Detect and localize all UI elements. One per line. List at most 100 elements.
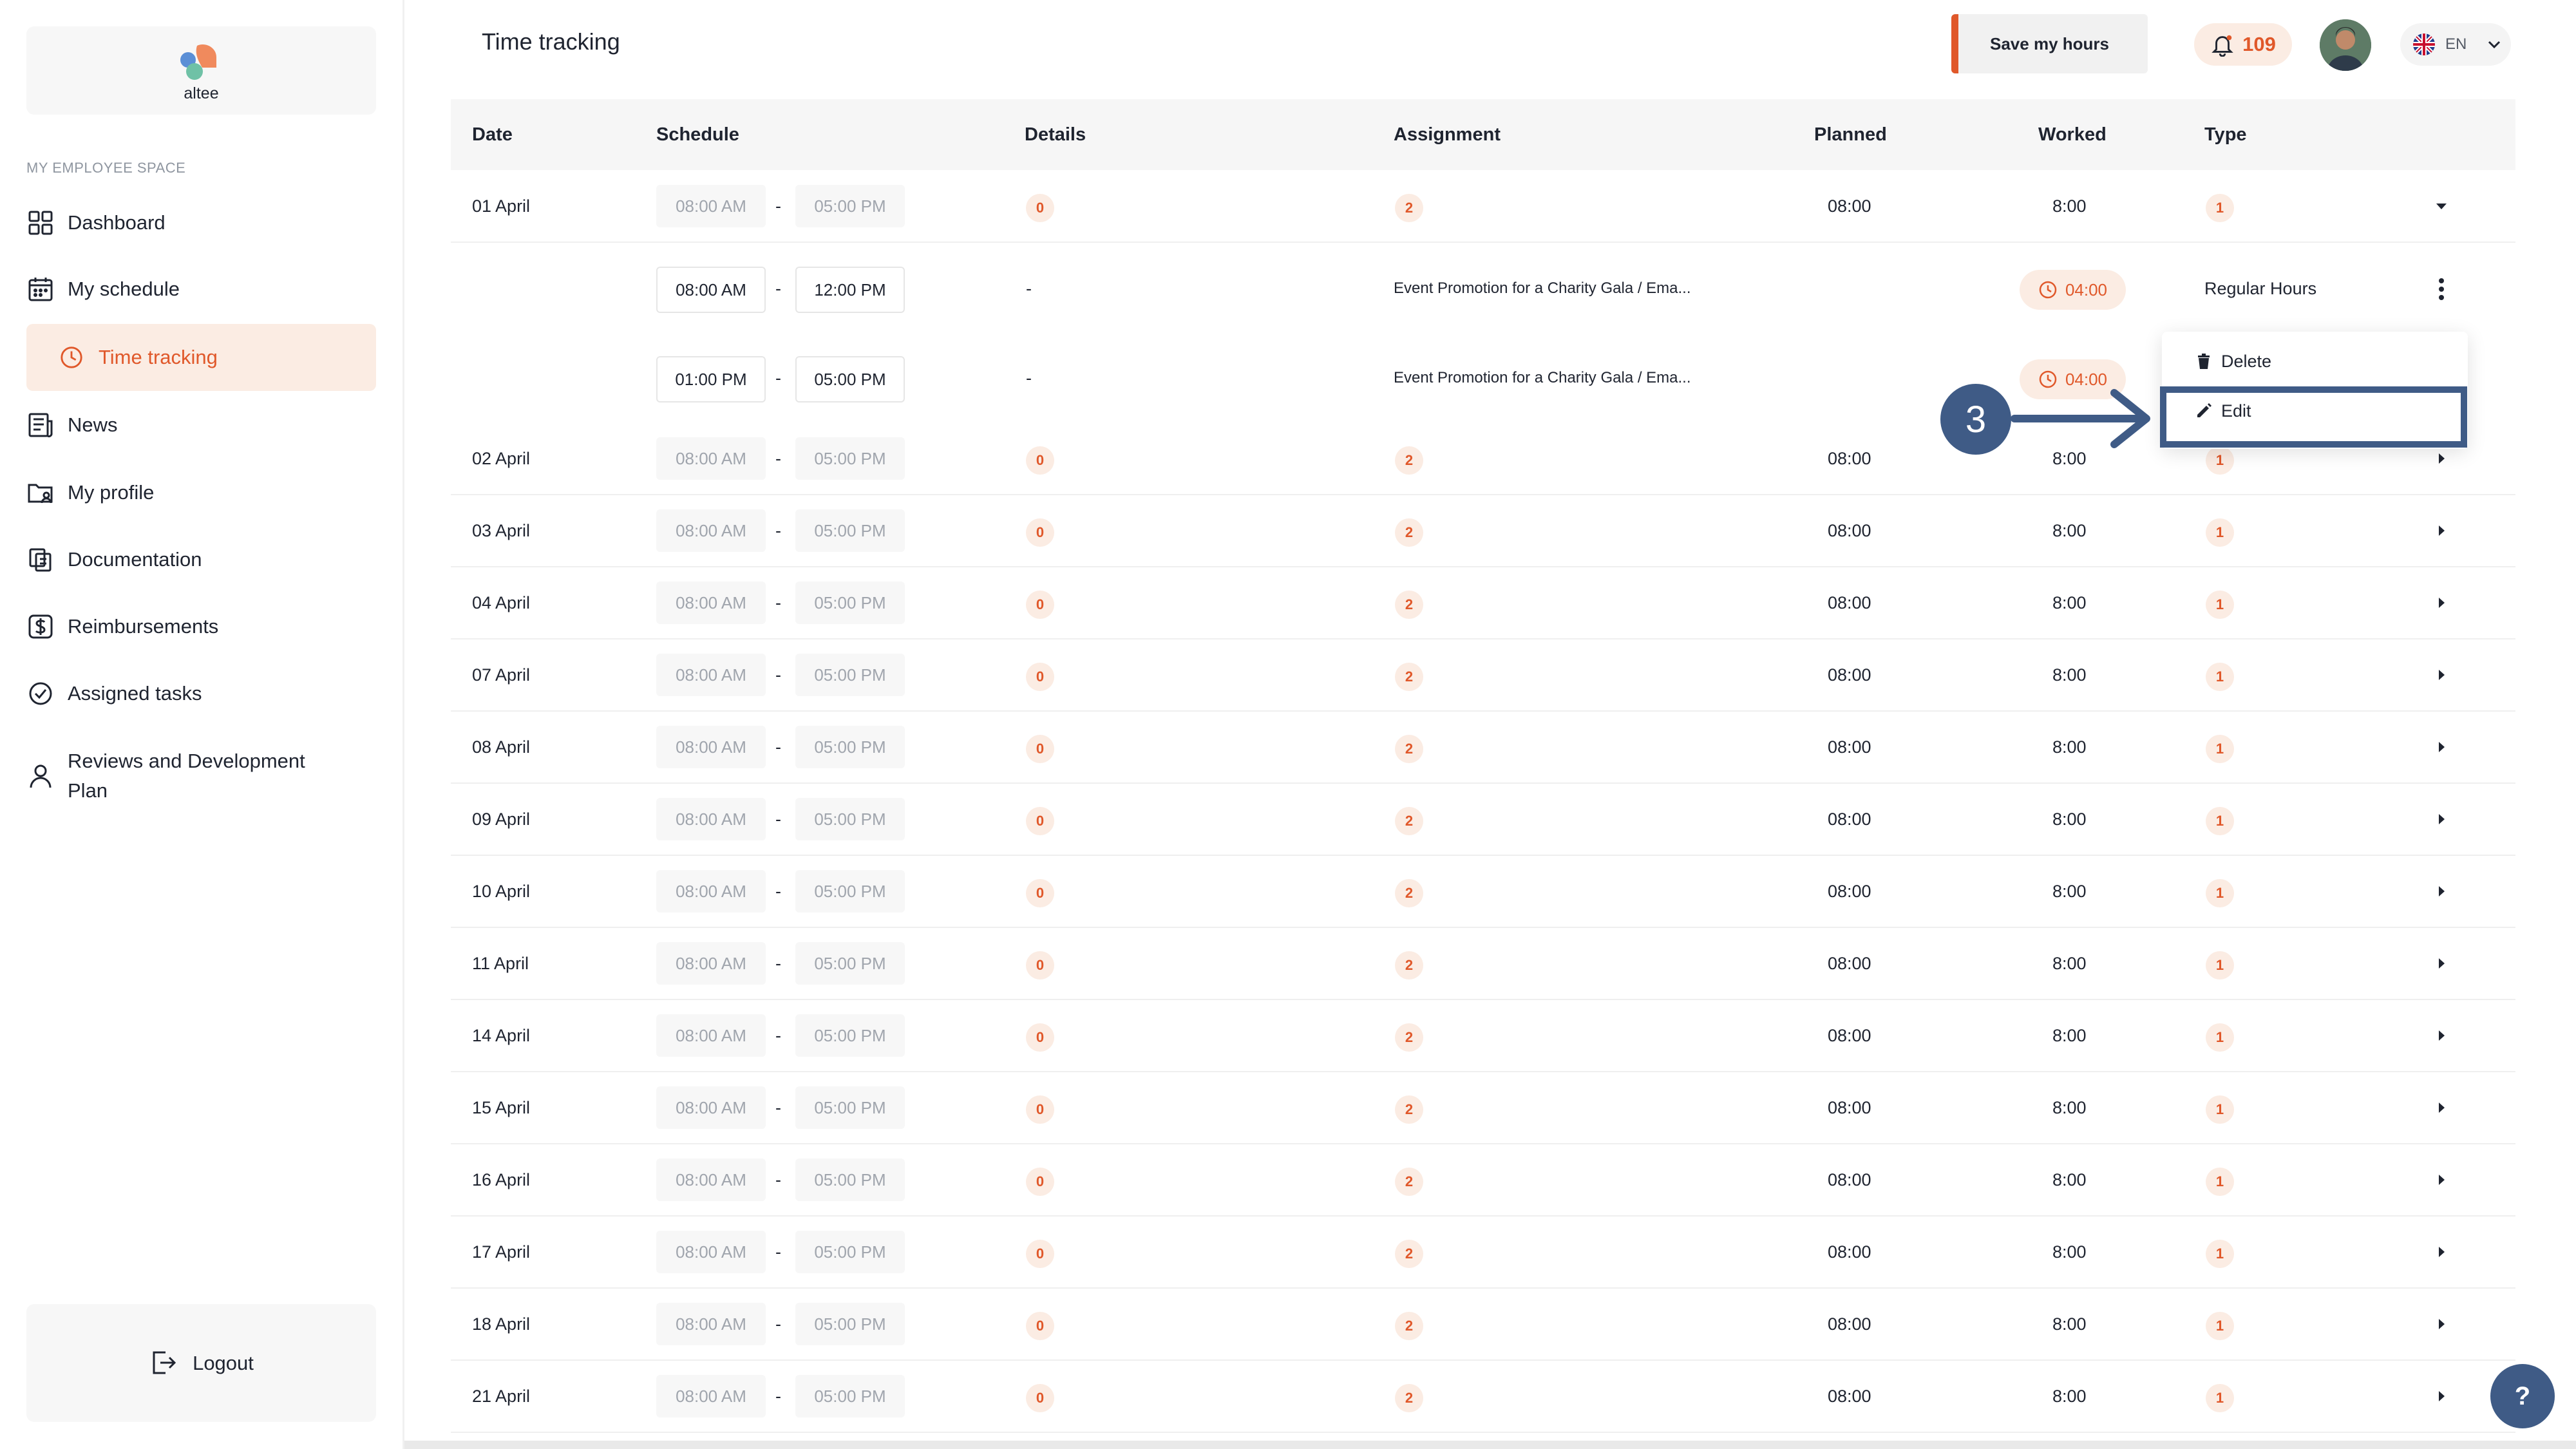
type-badge[interactable]: 1 <box>2206 951 2234 980</box>
details-badge[interactable]: 0 <box>1026 879 1054 907</box>
start-time-field[interactable]: 08:00 AM <box>656 1375 766 1417</box>
end-time-field[interactable]: 05:00 PM <box>795 726 905 768</box>
table-row[interactable]: 07 April 08:00 AM -05:00 PM 0 2 08:00 8:00 1 <box>451 639 2515 712</box>
end-time-field[interactable]: 05:00 PM <box>795 582 905 624</box>
start-time-field[interactable]: 08:00 AM <box>656 870 766 913</box>
sidebar-item-dashboard[interactable]: Dashboard <box>26 189 376 256</box>
end-time-field[interactable]: 05:00 PM <box>795 185 905 227</box>
entry-end-input[interactable]: 12:00 PM <box>795 267 905 313</box>
entry-start-input[interactable]: 08:00 AM <box>656 267 766 313</box>
start-time-field[interactable]: 08:00 AM <box>656 726 766 768</box>
caret-down-icon[interactable] <box>2434 198 2449 214</box>
column-header[interactable]: Planned <box>1814 99 1887 170</box>
end-time-field[interactable]: 05:00 PM <box>795 1303 905 1345</box>
start-time-field[interactable]: 08:00 AM <box>656 1086 766 1129</box>
sidebar-item-my-schedule[interactable]: My schedule <box>26 256 376 323</box>
sidebar-item-documentation[interactable]: Documentation <box>26 526 376 593</box>
start-time-field[interactable]: 08:00 AM <box>656 437 766 480</box>
end-time-field[interactable]: 05:00 PM <box>795 942 905 985</box>
sidebar-item-my-profile[interactable]: My profile <box>26 459 376 526</box>
end-time-field[interactable]: 05:00 PM <box>795 798 905 840</box>
details-badge[interactable]: 0 <box>1026 1312 1054 1340</box>
table-row[interactable]: 16 April 08:00 AM -05:00 PM 0 2 08:00 8:00 1 <box>451 1144 2515 1217</box>
start-time-field[interactable]: 08:00 AM <box>656 582 766 624</box>
caret-right-icon[interactable] <box>2434 1244 2449 1260</box>
assignment-badge[interactable]: 2 <box>1395 1384 1423 1412</box>
horizontal-scrollbar[interactable] <box>404 1441 2576 1449</box>
more-options-icon[interactable] <box>2438 277 2445 301</box>
caret-right-icon[interactable] <box>2434 811 2449 827</box>
caret-right-icon[interactable] <box>2434 451 2449 466</box>
type-badge[interactable]: 1 <box>2206 879 2234 907</box>
details-badge[interactable]: 0 <box>1026 194 1054 222</box>
sidebar-item-time-tracking[interactable]: Time tracking <box>26 324 376 391</box>
end-time-field[interactable]: 05:00 PM <box>795 654 905 696</box>
table-row[interactable]: 21 April 08:00 AM -05:00 PM 0 2 08:00 8:00 1 <box>451 1361 2515 1433</box>
details-badge[interactable]: 0 <box>1026 951 1054 980</box>
notifications-button[interactable]: 109 <box>2194 23 2292 66</box>
assignment-badge[interactable]: 2 <box>1395 879 1423 907</box>
caret-right-icon[interactable] <box>2434 1388 2449 1404</box>
assignment-badge[interactable]: 2 <box>1395 1312 1423 1340</box>
assignment-badge[interactable]: 2 <box>1395 951 1423 980</box>
caret-right-icon[interactable] <box>2434 667 2449 683</box>
type-badge[interactable]: 1 <box>2206 591 2234 619</box>
start-time-field[interactable]: 08:00 AM <box>656 185 766 227</box>
type-badge[interactable]: 1 <box>2206 1023 2234 1052</box>
logo-box[interactable]: altee <box>26 26 376 115</box>
details-badge[interactable]: 0 <box>1026 446 1054 475</box>
sidebar-item-news[interactable]: News <box>26 392 376 459</box>
type-badge[interactable]: 1 <box>2206 518 2234 547</box>
details-badge[interactable]: 0 <box>1026 663 1054 691</box>
sidebar-item-reimbursements[interactable]: Reimbursements <box>26 593 376 660</box>
end-time-field[interactable]: 05:00 PM <box>795 1231 905 1273</box>
type-badge[interactable]: 1 <box>2206 1168 2234 1196</box>
end-time-field[interactable]: 05:00 PM <box>795 870 905 913</box>
end-time-field[interactable]: 05:00 PM <box>795 1086 905 1129</box>
assignment-badge[interactable]: 2 <box>1395 518 1423 547</box>
type-badge[interactable]: 1 <box>2206 1095 2234 1124</box>
language-selector[interactable]: EN <box>2400 23 2511 66</box>
start-time-field[interactable]: 08:00 AM <box>656 1014 766 1057</box>
type-badge[interactable]: 1 <box>2206 194 2234 222</box>
start-time-field[interactable]: 08:00 AM <box>656 942 766 985</box>
table-row[interactable]: 09 April 08:00 AM -05:00 PM 0 2 08:00 8:00 1 <box>451 784 2515 856</box>
entry-start-input[interactable]: 01:00 PM <box>656 356 766 402</box>
logout-button[interactable]: Logout <box>26 1304 376 1422</box>
assignment-badge[interactable]: 2 <box>1395 1168 1423 1196</box>
caret-right-icon[interactable] <box>2434 595 2449 611</box>
type-badge[interactable]: 1 <box>2206 1384 2234 1412</box>
start-time-field[interactable]: 08:00 AM <box>656 1303 766 1345</box>
type-badge[interactable]: 1 <box>2206 446 2234 475</box>
end-time-field[interactable]: 05:00 PM <box>795 509 905 552</box>
table-row[interactable]: 18 April 08:00 AM -05:00 PM 0 2 08:00 8:00 1 <box>451 1289 2515 1361</box>
details-badge[interactable]: 0 <box>1026 1168 1054 1196</box>
caret-right-icon[interactable] <box>2434 884 2449 899</box>
start-time-field[interactable]: 08:00 AM <box>656 1231 766 1273</box>
assignment-badge[interactable]: 2 <box>1395 591 1423 619</box>
end-time-field[interactable]: 05:00 PM <box>795 1014 905 1057</box>
start-time-field[interactable]: 08:00 AM <box>656 654 766 696</box>
column-header[interactable]: Details <box>1025 99 1086 170</box>
assignment-badge[interactable]: 2 <box>1395 1023 1423 1052</box>
caret-right-icon[interactable] <box>2434 1100 2449 1115</box>
details-badge[interactable]: 0 <box>1026 1095 1054 1124</box>
type-badge[interactable]: 1 <box>2206 663 2234 691</box>
sidebar-item-assigned-tasks[interactable]: Assigned tasks <box>26 660 376 727</box>
type-badge[interactable]: 1 <box>2206 1312 2234 1340</box>
table-row[interactable]: 08 April 08:00 AM -05:00 PM 0 2 08:00 8:00 1 <box>451 712 2515 784</box>
type-badge[interactable]: 1 <box>2206 1240 2234 1268</box>
sidebar-item-reviews[interactable]: Reviews and Development Plan <box>26 741 376 811</box>
end-time-field[interactable]: 05:00 PM <box>795 1375 905 1417</box>
caret-right-icon[interactable] <box>2434 1316 2449 1332</box>
start-time-field[interactable]: 08:00 AM <box>656 1159 766 1201</box>
details-badge[interactable]: 0 <box>1026 1240 1054 1268</box>
table-row[interactable]: 01 April 08:00 AM -05:00 PM 0 2 08:00 8:00 1 <box>451 171 2515 243</box>
type-badge[interactable]: 1 <box>2206 735 2234 763</box>
assignment-badge[interactable]: 2 <box>1395 735 1423 763</box>
end-time-field[interactable]: 05:00 PM <box>795 1159 905 1201</box>
start-time-field[interactable]: 08:00 AM <box>656 509 766 552</box>
help-button[interactable]: ? <box>2490 1364 2555 1428</box>
table-row[interactable]: 14 April 08:00 AM -05:00 PM 0 2 08:00 8:00 1 <box>451 1000 2515 1072</box>
caret-right-icon[interactable] <box>2434 1028 2449 1043</box>
